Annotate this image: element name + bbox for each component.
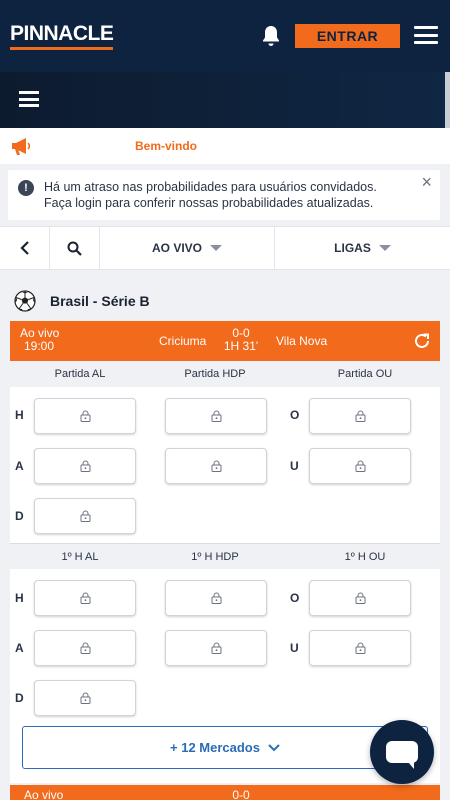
match-status: Ao vivo bbox=[20, 789, 63, 800]
lock-icon bbox=[355, 642, 365, 654]
lock-icon bbox=[80, 510, 90, 522]
league-header[interactable]: Brasil - Série B bbox=[14, 290, 150, 312]
lock-icon bbox=[211, 460, 221, 472]
search-button[interactable] bbox=[50, 227, 100, 269]
chevron-down-icon bbox=[268, 743, 280, 751]
row-label-home: H bbox=[15, 408, 24, 422]
more-markets-button[interactable]: + 12 Mercados bbox=[22, 726, 428, 769]
lock-icon bbox=[80, 592, 90, 604]
match-score: 0-0 1H 31' bbox=[223, 327, 259, 353]
alert-line-2: Faça login para conferir nossas probabil… bbox=[44, 196, 374, 210]
next-match-header[interactable]: Ao vivo 0-0 bbox=[10, 785, 440, 800]
caret-down-icon bbox=[210, 245, 222, 251]
lock-icon bbox=[211, 592, 221, 604]
lock-icon bbox=[211, 410, 221, 422]
megaphone-icon bbox=[12, 138, 31, 155]
row-label-away: A bbox=[15, 641, 24, 655]
odds-button-locked[interactable] bbox=[34, 448, 136, 484]
live-dropdown[interactable]: AO VIVO bbox=[100, 227, 275, 269]
away-team: Vila Nova bbox=[276, 334, 328, 348]
welcome-banner: Bem-vindo bbox=[0, 128, 450, 164]
odds-button-locked[interactable] bbox=[165, 398, 267, 434]
score-value: 0-0 bbox=[232, 788, 250, 800]
row-label-over: O bbox=[290, 591, 300, 605]
chevron-left-icon bbox=[19, 241, 29, 255]
leagues-dropdown[interactable]: LIGAS bbox=[275, 227, 450, 269]
main-menu-icon[interactable] bbox=[414, 26, 438, 44]
alert-line-1: Há um atraso nas probabilidades para usu… bbox=[44, 180, 377, 194]
market-header-moneyline: 1º H AL bbox=[61, 551, 99, 563]
close-icon[interactable]: × bbox=[421, 172, 432, 193]
market-header-total: Partida OU bbox=[337, 368, 393, 380]
sports-menu-icon[interactable] bbox=[19, 91, 39, 107]
guest-delay-alert: ! Há um atraso nas probabilidades para u… bbox=[8, 170, 440, 220]
match-score: 0-0 bbox=[223, 789, 259, 800]
pinnacle-logo[interactable]: PINNACLE bbox=[10, 22, 114, 50]
odds-button-locked[interactable] bbox=[165, 580, 267, 616]
scrollbar[interactable] bbox=[445, 72, 450, 128]
row-label-under: U bbox=[290, 459, 299, 473]
chat-button[interactable] bbox=[370, 720, 434, 784]
lock-icon bbox=[355, 460, 365, 472]
market-header-handicap: 1º H HDP bbox=[191, 551, 239, 563]
back-button[interactable] bbox=[0, 227, 50, 269]
market-header-total: 1º H OU bbox=[344, 551, 386, 563]
refresh-icon[interactable] bbox=[412, 331, 432, 351]
top-header: PINNACLE ENTRAR bbox=[0, 0, 450, 72]
odds-button-locked[interactable] bbox=[309, 398, 411, 434]
row-label-home: H bbox=[15, 591, 24, 605]
row-label-draw: D bbox=[15, 691, 24, 705]
welcome-text: Bem-vindo bbox=[135, 139, 198, 153]
league-name: Brasil - Série B bbox=[50, 293, 150, 309]
row-label-under: U bbox=[290, 641, 299, 655]
odds-button-locked[interactable] bbox=[34, 580, 136, 616]
lock-icon bbox=[211, 642, 221, 654]
home-team: Criciuma bbox=[159, 334, 207, 348]
lock-icon bbox=[80, 642, 90, 654]
odds-button-locked[interactable] bbox=[34, 680, 136, 716]
odds-button-locked[interactable] bbox=[309, 580, 411, 616]
match-status: Ao vivo 19:00 bbox=[20, 327, 59, 353]
market-header-moneyline: Partida AL bbox=[54, 368, 106, 380]
match-header[interactable]: Ao vivo 19:00 Criciuma 0-0 1H 31' Vila N… bbox=[10, 321, 440, 361]
lock-icon bbox=[355, 410, 365, 422]
search-icon bbox=[67, 241, 82, 256]
odds-button-locked[interactable] bbox=[165, 630, 267, 666]
leagues-dropdown-label: LIGAS bbox=[334, 241, 371, 255]
lock-icon bbox=[80, 692, 90, 704]
odds-button-locked[interactable] bbox=[34, 398, 136, 434]
odds-button-locked[interactable] bbox=[309, 448, 411, 484]
lock-icon bbox=[355, 592, 365, 604]
row-label-away: A bbox=[15, 459, 24, 473]
soccer-ball-icon bbox=[14, 290, 36, 312]
row-label-draw: D bbox=[15, 509, 24, 523]
lock-icon bbox=[80, 460, 90, 472]
exclamation-icon: ! bbox=[18, 180, 34, 196]
market-column-headers: 1º H AL 1º H HDP 1º H OU bbox=[10, 543, 440, 569]
bell-icon[interactable] bbox=[261, 25, 281, 47]
match-status-label: Ao vivo bbox=[24, 788, 64, 800]
odds-button-locked[interactable] bbox=[34, 498, 136, 534]
login-button[interactable]: ENTRAR bbox=[295, 24, 400, 48]
more-markets-label: + 12 Mercados bbox=[170, 740, 260, 755]
chat-icon bbox=[386, 741, 418, 769]
odds-button-locked[interactable] bbox=[34, 630, 136, 666]
row-label-over: O bbox=[290, 408, 300, 422]
market-header-handicap: Partida HDP bbox=[184, 368, 246, 380]
lock-icon bbox=[80, 410, 90, 422]
match-clock: 1H 31' bbox=[223, 339, 259, 353]
odds-button-locked[interactable] bbox=[309, 630, 411, 666]
live-dropdown-label: AO VIVO bbox=[151, 241, 202, 255]
sub-navigation-bar bbox=[0, 72, 450, 128]
alert-message: Há um atraso nas probabilidades para usu… bbox=[44, 179, 377, 211]
odds-button-locked[interactable] bbox=[165, 448, 267, 484]
market-column-headers: Partida AL Partida HDP Partida OU bbox=[10, 361, 440, 387]
match-start-time: 19:00 bbox=[24, 339, 55, 353]
caret-down-icon bbox=[378, 245, 391, 251]
filter-bar: AO VIVO LIGAS bbox=[0, 226, 450, 270]
